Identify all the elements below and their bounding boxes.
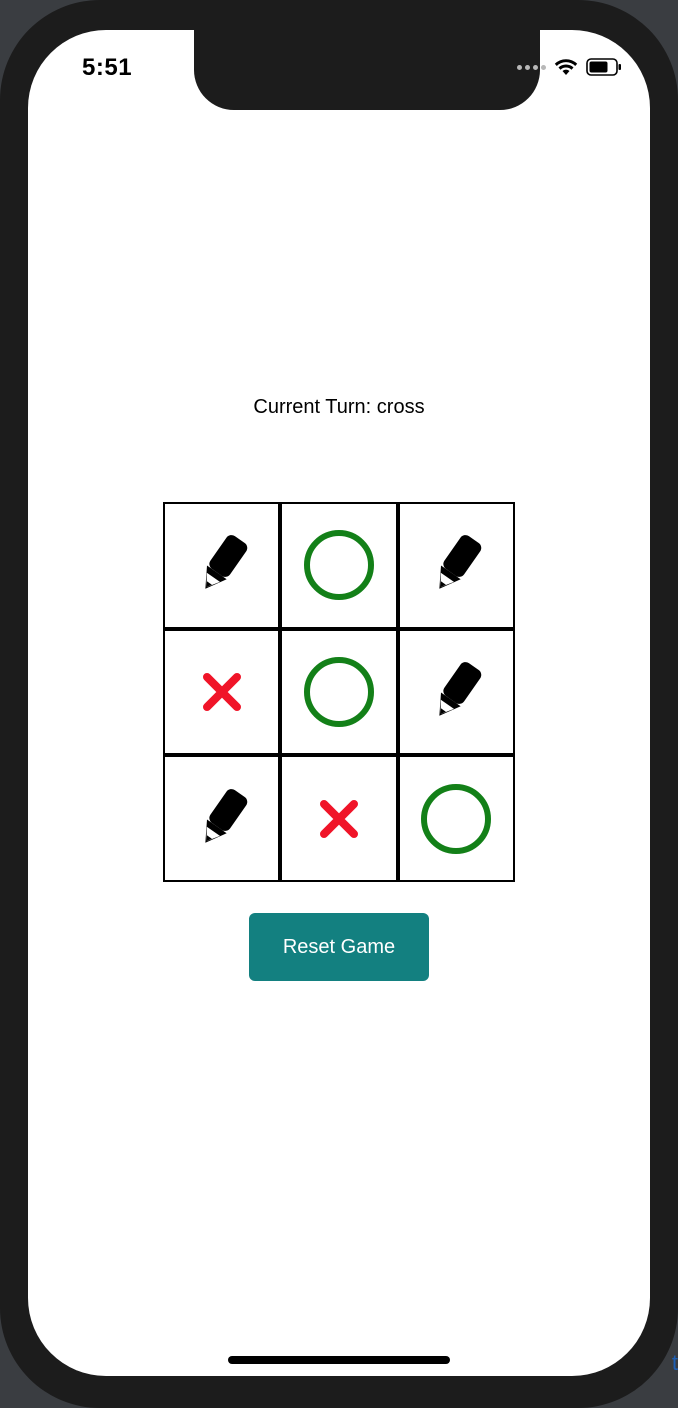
notch: [194, 30, 540, 110]
app-screen: 5:51 Current Turn: cross Reset Game: [28, 30, 650, 1376]
cross-mark-icon: [319, 799, 358, 838]
board-cell[interactable]: [165, 504, 279, 627]
signal-icon: [517, 64, 546, 70]
pencil-icon: [205, 535, 247, 590]
game-board: [163, 502, 515, 882]
board-cell[interactable]: [399, 757, 513, 880]
board-cell[interactable]: [165, 757, 279, 880]
wifi-icon: [554, 59, 578, 75]
current-turn-label: Current Turn: cross: [253, 396, 425, 418]
status-time: 5:51: [82, 54, 133, 81]
pencil-icon: [439, 662, 482, 716]
circle-mark-icon: [303, 656, 374, 727]
board-cell[interactable]: [399, 504, 513, 627]
board-cell[interactable]: [282, 630, 396, 754]
circle-mark-icon: [421, 783, 492, 854]
board-cell[interactable]: [165, 630, 279, 754]
phone-frame: 5:51 Current Turn: cross Reset Game t: [0, 0, 678, 1408]
cross-mark-icon: [202, 672, 241, 711]
board-cell[interactable]: [282, 504, 396, 627]
status-icons: [517, 58, 622, 76]
board-cell[interactable]: [282, 757, 396, 880]
home-indicator: [228, 1356, 450, 1364]
board-cell[interactable]: [399, 630, 513, 754]
battery-icon: [586, 58, 621, 76]
reset-game-button[interactable]: Reset Game: [249, 913, 429, 981]
circle-mark-icon: [303, 530, 374, 601]
pencil-icon: [205, 788, 247, 843]
pencil-icon: [439, 535, 482, 590]
edge-text: t: [671, 1350, 678, 1375]
